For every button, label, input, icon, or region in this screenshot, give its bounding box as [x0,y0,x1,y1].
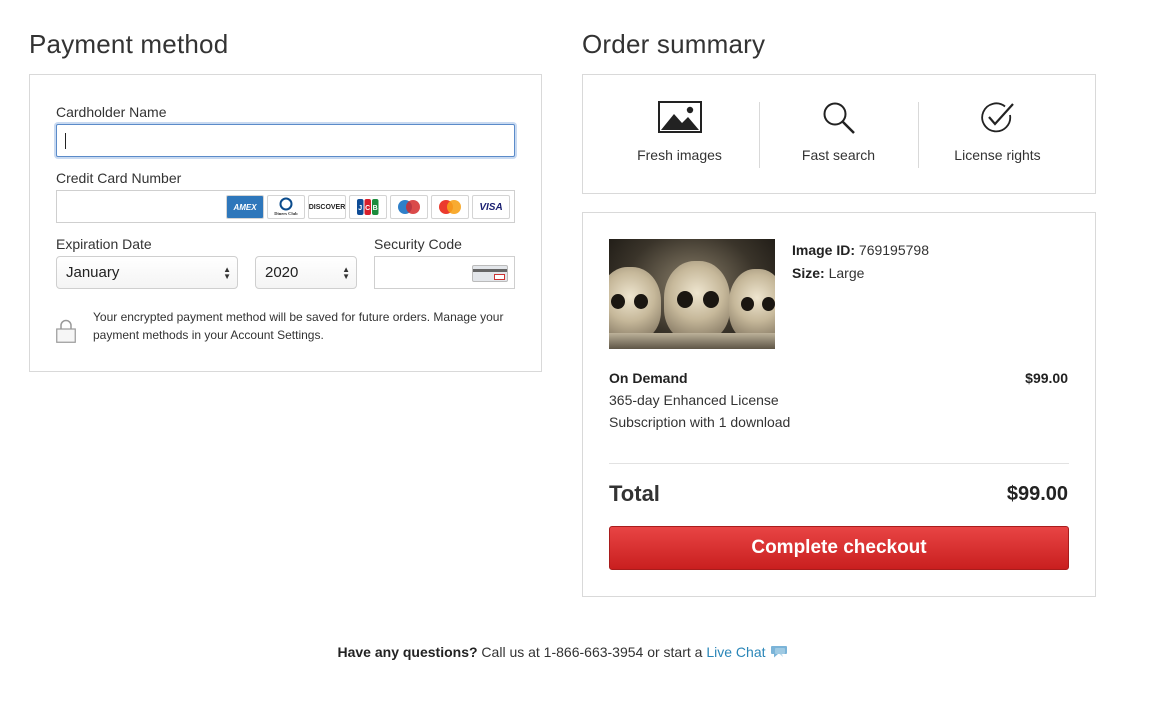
order-summary-title: Order summary [582,29,766,59]
credit-card-number-input[interactable]: AMEX Diners Club DISCOVER J C B VISA [56,190,515,223]
expiration-year-select[interactable]: 2020 ▲ ▼ [255,256,357,289]
cardholder-name-label: Cardholder Name [56,104,167,120]
live-chat-link[interactable]: Live Chat [706,644,765,660]
product-price: $99.00 [1025,370,1068,386]
jcb-card-icon: J C B [349,195,387,219]
help-call-text: Call us at 1-866-663-3954 or start a [477,644,707,660]
select-arrows-icon: ▲ ▼ [223,265,231,281]
total-label: Total [609,481,660,506]
lock-icon [56,319,76,343]
security-code-input[interactable] [374,256,515,289]
svg-text:B: B [373,205,378,212]
checkmark-circle-icon [980,102,1014,133]
svg-text:J: J [358,205,362,212]
benefit-label: Fresh images [637,147,722,163]
card-back-cvc-icon [472,265,508,282]
payment-method-title: Payment method [29,29,229,59]
image-id-value: 769195798 [858,242,929,258]
total-value: $99.00 [1006,483,1068,505]
cardholder-name-input[interactable] [56,124,515,157]
saved-payment-note: Your encrypted payment method will be sa… [93,310,504,342]
chat-bubble-icon[interactable] [770,644,788,659]
diners-club-card-icon: Diners Club [267,195,305,219]
image-id-label: Image ID: [792,242,856,258]
card-brand-logos: AMEX Diners Club DISCOVER J C B VISA [226,195,510,219]
help-question: Have any questions? [337,644,478,660]
image-size-row: Size: Large [792,265,864,281]
svg-text:C: C [365,205,370,212]
maestro-card-icon [390,195,428,219]
expiration-month-value: January [66,264,120,281]
select-arrows-icon: ▲ ▼ [342,265,350,281]
summary-divider [609,463,1069,464]
image-id-row: Image ID: 769195798 [792,242,929,258]
image-size-label: Size: [792,265,825,281]
benefits-panel: Fresh images Fast search License rights [582,74,1096,194]
help-line: Have any questions? Call us at 1-866-663… [0,644,1125,660]
product-name: On Demand [609,370,688,386]
benefit-license-rights: License rights [918,75,1077,193]
benefit-label: Fast search [801,147,876,163]
payment-method-panel: Cardholder Name Credit Card Number AMEX … [29,74,542,372]
visa-card-icon: VISA [472,195,510,219]
search-icon [823,102,855,134]
expiration-year-value: 2020 [265,264,299,281]
benefit-fast-search: Fast search [759,75,918,193]
credit-card-number-label: Credit Card Number [56,170,182,186]
discover-card-icon: DISCOVER [308,195,346,219]
security-code-label: Security Code [374,236,462,252]
subscription-description: Subscription with 1 download [609,414,791,430]
text-caret [65,133,66,149]
order-summary-panel: Image ID: 769195798 Size: Large On Deman… [582,212,1096,597]
complete-checkout-button[interactable]: Complete checkout [609,526,1069,570]
benefit-fresh-images: Fresh images [600,75,759,193]
expiration-date-label: Expiration Date [56,236,152,252]
image-size-value: Large [828,265,865,281]
svg-text:Diners Club: Diners Club [274,211,298,216]
license-description: 365-day Enhanced License [609,392,779,408]
benefit-label: License rights [954,147,1041,163]
image-thumbnail [609,239,775,349]
image-icon [657,101,702,133]
mastercard-card-icon [431,195,469,219]
amex-card-icon: AMEX [226,195,264,219]
expiration-month-select[interactable]: January ▲ ▼ [56,256,238,289]
